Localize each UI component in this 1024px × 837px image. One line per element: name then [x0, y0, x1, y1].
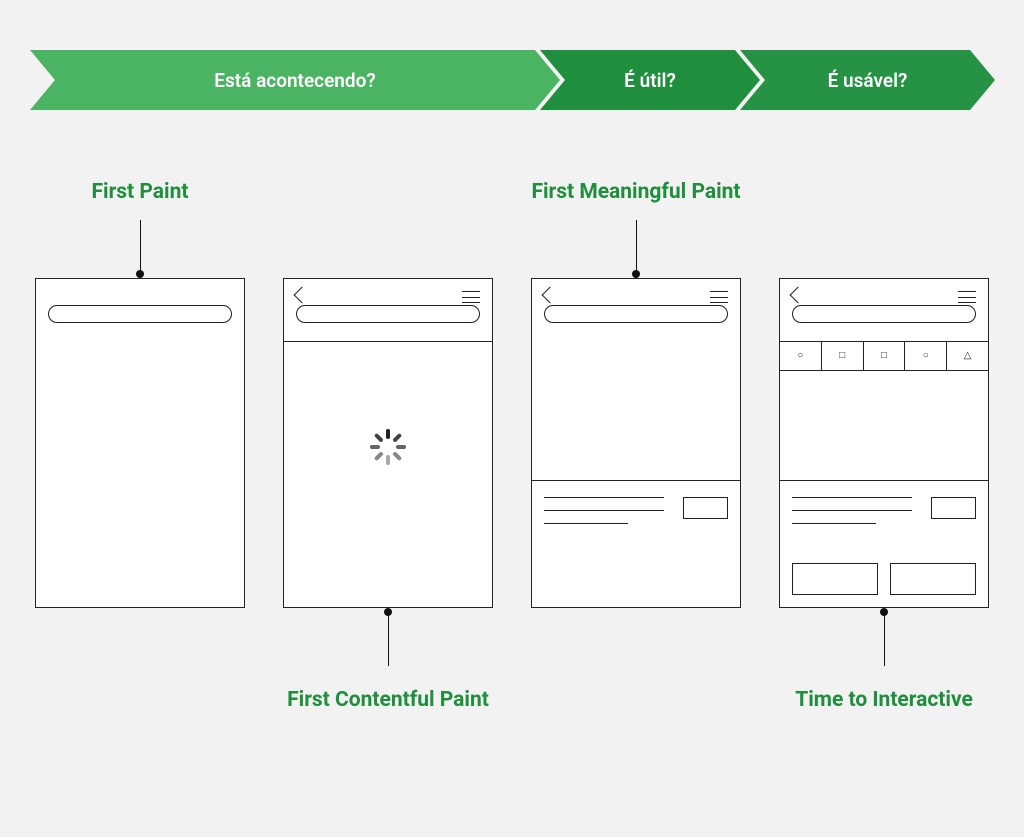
search-pill-icon [792, 305, 976, 323]
label-first-paint: First Paint [92, 180, 189, 208]
stage-first-contentful-paint: First Contentful Paint [278, 180, 498, 716]
text-lines-icon [792, 497, 912, 536]
chevron-useful: É útil? [540, 50, 760, 110]
button-placeholder-icon [931, 497, 976, 519]
mock-first-contentful-paint [283, 278, 493, 608]
label-first-contentful-paint: First Contentful Paint [287, 688, 489, 712]
chevron-happening: Está acontecendo? [30, 50, 560, 110]
back-chevron-icon [542, 287, 559, 304]
hamburger-icon [710, 291, 728, 303]
chevron-useful-label: É útil? [624, 69, 676, 92]
tab-square-icon: □ [864, 341, 906, 370]
connector-fcp [384, 608, 392, 688]
hero-placeholder-icon [780, 371, 988, 481]
cards-row-icon [792, 563, 976, 595]
stage-time-to-interactive: ○ □ □ ○ △ Time to Interactive [774, 180, 994, 716]
tab-circle-icon: ○ [780, 341, 822, 370]
connector-fp [136, 208, 144, 278]
hamburger-icon [958, 291, 976, 303]
stages-row: First Paint [20, 180, 1004, 716]
hamburger-icon [462, 291, 480, 303]
tab-triangle-icon: △ [947, 341, 988, 370]
text-lines-icon [544, 497, 664, 536]
chevron-happening-label: Está acontecendo? [214, 69, 375, 92]
tabs-row-icon: ○ □ □ ○ △ [780, 341, 988, 371]
label-first-meaningful-paint: First Meaningful Paint [531, 180, 740, 208]
mock-first-paint [35, 278, 245, 608]
stage-first-meaningful-paint: First Meaningful Paint [526, 180, 746, 716]
search-pill-icon [544, 305, 728, 323]
back-chevron-icon [294, 287, 311, 304]
chevron-usable: É usável? [740, 50, 995, 110]
hero-placeholder-icon [532, 341, 740, 481]
chevron-usable-label: É usável? [828, 69, 908, 92]
divider-icon [284, 341, 492, 342]
mock-time-to-interactive: ○ □ □ ○ △ [779, 278, 989, 608]
connector-fmp [632, 208, 640, 278]
chevron-row: Está acontecendo? É útil? É usável? [20, 50, 1004, 110]
button-placeholder-icon [683, 497, 728, 519]
back-chevron-icon [790, 287, 807, 304]
tab-square-icon: □ [822, 341, 864, 370]
search-pill-icon [296, 305, 480, 323]
mock-first-meaningful-paint [531, 278, 741, 608]
spinner-icon [370, 429, 406, 465]
search-pill-icon [48, 305, 232, 323]
stage-first-paint: First Paint [30, 180, 250, 716]
diagram-container: Está acontecendo? É útil? É usável? Firs… [0, 0, 1024, 756]
label-time-to-interactive: Time to Interactive [795, 688, 973, 712]
connector-tti [880, 608, 888, 688]
tab-circle-icon: ○ [905, 341, 947, 370]
